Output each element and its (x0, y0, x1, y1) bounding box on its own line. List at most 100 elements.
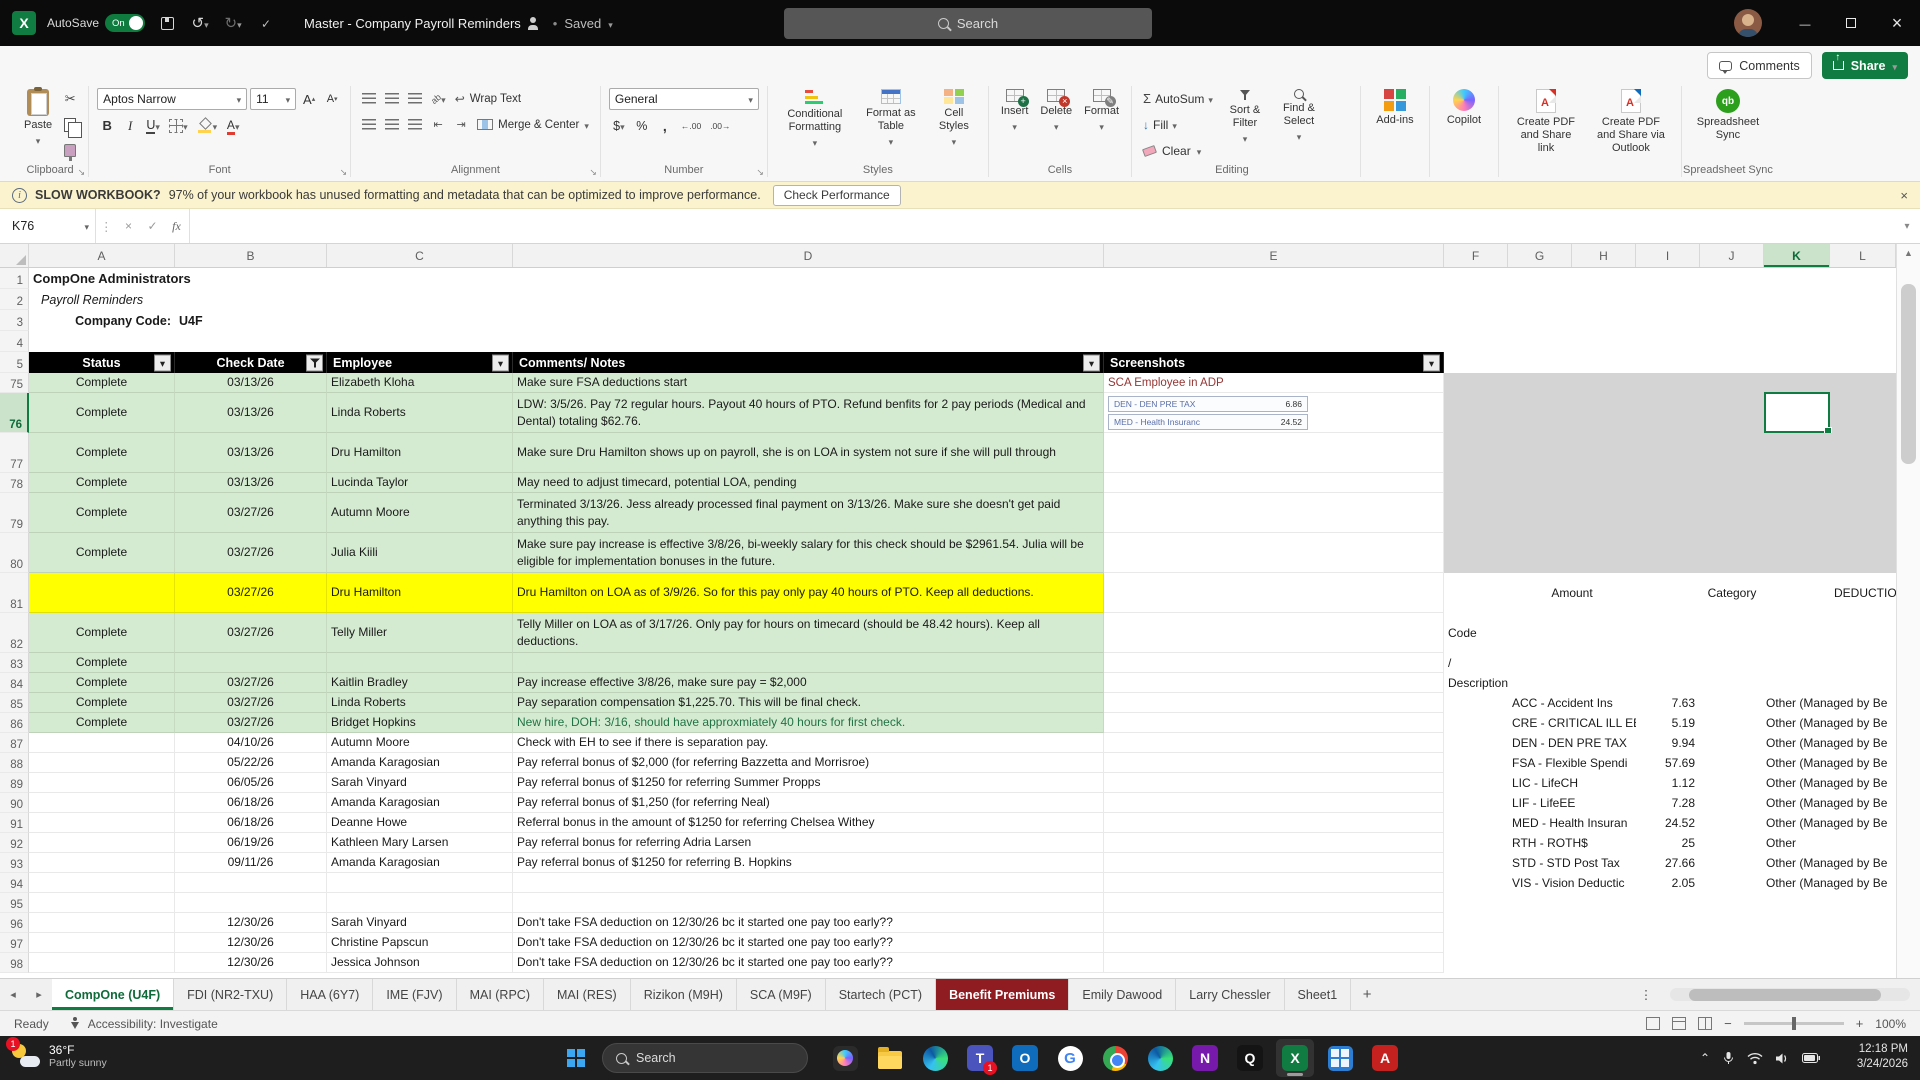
cell-F81[interactable] (1444, 573, 1508, 613)
deduction-category[interactable]: Other (Managed by Be (1764, 773, 1896, 793)
cell-E92[interactable] (1104, 833, 1444, 853)
cell-C81[interactable]: Dru Hamilton (327, 573, 513, 613)
cell-J85[interactable] (1700, 693, 1764, 713)
column-header-D[interactable]: D (513, 244, 1104, 267)
copilot-button[interactable]: Copilot (1438, 85, 1490, 127)
horizontal-scroll-thumb[interactable] (1689, 989, 1882, 1001)
row-header[interactable]: 4 (0, 331, 29, 352)
row-header[interactable]: 89 (0, 773, 29, 793)
cell-A82[interactable]: Complete (29, 613, 175, 653)
cell-A81[interactable] (29, 573, 175, 613)
side-empty[interactable] (1508, 673, 1896, 693)
font-color-button[interactable] (223, 115, 243, 136)
decrease-indent-button[interactable] (428, 114, 448, 135)
side-empty[interactable] (1508, 653, 1896, 673)
cell-D77[interactable]: Make sure Dru Hamilton shows up on payro… (513, 433, 1104, 473)
app-outlook[interactable]: O (1006, 1039, 1044, 1077)
undo-button[interactable] (189, 12, 211, 34)
comma-style-button[interactable] (655, 115, 675, 136)
side-empty[interactable] (1444, 913, 1896, 933)
cell-E80[interactable] (1104, 533, 1444, 573)
decrease-font-button[interactable] (322, 89, 342, 110)
customize-qat-button[interactable] (255, 12, 277, 34)
percent-style-button[interactable] (632, 115, 652, 136)
cell-E78[interactable] (1104, 473, 1444, 493)
close-button[interactable] (1874, 0, 1920, 46)
row-header[interactable]: 82 (0, 613, 29, 653)
cell-E75[interactable]: SCA Employee in ADP (1104, 373, 1444, 393)
dialog-launcher-icon[interactable] (756, 167, 764, 178)
create-pdf-share-outlook-button[interactable]: Create PDF and Share via Outlook (1589, 85, 1673, 155)
deduction-category[interactable]: Other (Managed by Be (1764, 713, 1896, 733)
row-header[interactable]: 86 (0, 713, 29, 733)
cell-D96[interactable]: Don't take FSA deduction on 12/30/26 bc … (513, 913, 1104, 933)
cell-J93[interactable] (1700, 853, 1764, 873)
filter-button-check-date[interactable] (306, 354, 323, 371)
volume-icon[interactable] (1775, 1052, 1790, 1065)
app-excel[interactable]: X (1276, 1039, 1314, 1077)
battery-icon[interactable] (1802, 1053, 1820, 1063)
zoom-in-button[interactable]: + (1856, 1016, 1864, 1031)
deduction-code[interactable]: ACC - Accident Ins (1508, 693, 1636, 713)
autosave-toggle[interactable]: AutoSave On (47, 14, 146, 32)
cell-D86[interactable]: New hire, DOH: 3/16, should have approxm… (513, 713, 1104, 733)
column-header-E[interactable]: E (1104, 244, 1444, 267)
cell-D80[interactable]: Make sure pay increase is effective 3/8/… (513, 533, 1104, 573)
deduction-category[interactable]: Other (Managed by Be (1764, 793, 1896, 813)
cell-B98[interactable]: 12/30/26 (175, 953, 327, 973)
cell-C91[interactable]: Deanne Howe (327, 813, 513, 833)
sort-filter-button[interactable]: Sort & Filter (1220, 85, 1270, 146)
cell-J88[interactable] (1700, 753, 1764, 773)
cell-B95[interactable] (175, 893, 327, 913)
row-header[interactable]: 94 (0, 873, 29, 893)
filter-button-employee[interactable] (492, 354, 509, 371)
cell-B88[interactable]: 05/22/26 (175, 753, 327, 773)
tabs-scroll-right-button[interactable]: ▸ (26, 979, 52, 1010)
increase-decimal-button[interactable]: ←.00 (678, 115, 704, 136)
cell-C79[interactable]: Autumn Moore (327, 493, 513, 533)
column-header-I[interactable]: I (1636, 244, 1700, 267)
horizontal-scrollbar[interactable] (1670, 988, 1910, 1001)
zoom-level[interactable]: 100% (1875, 1017, 1906, 1031)
cell-J89[interactable] (1700, 773, 1764, 793)
taskbar-clock[interactable]: 12:18 PM 3/24/2026 (1857, 1042, 1908, 1072)
number-format-combo[interactable]: General (608, 88, 759, 110)
avatar[interactable] (1734, 9, 1762, 37)
deduction-amount[interactable]: 24.52 (1636, 813, 1700, 833)
check-performance-button[interactable]: Check Performance (772, 184, 901, 206)
side-header-category[interactable]: Category (1700, 573, 1764, 613)
cell-A2[interactable]: Payroll Reminders (29, 289, 1896, 310)
cell-J87[interactable] (1700, 733, 1764, 753)
cell-C76[interactable]: Linda Roberts (327, 393, 513, 433)
cell-B92[interactable]: 06/19/26 (175, 833, 327, 853)
side-header-deductions[interactable]: DEDUCTIO (1764, 573, 1896, 613)
screenshot-thumbnail[interactable]: DEN - DEN PRE TAX 6.86 (1108, 395, 1308, 412)
app-edge[interactable] (916, 1039, 954, 1077)
fill-button[interactable]: Fill (1140, 114, 1216, 135)
font-size-combo[interactable]: 11 (250, 88, 297, 110)
cell-B94[interactable] (175, 873, 327, 893)
document-title[interactable]: Master - Company Payroll Reminders • Sav… (304, 16, 613, 31)
deduction-code[interactable]: STD - STD Post Tax (1508, 853, 1636, 873)
sheet-tab[interactable]: Sheet1 (1285, 979, 1352, 1010)
column-header-C[interactable]: C (327, 244, 513, 267)
sheet-tab[interactable]: Benefit Premiums (936, 979, 1070, 1010)
cell-F90[interactable] (1444, 793, 1508, 813)
deduction-code[interactable]: LIF - LifeEE (1508, 793, 1636, 813)
cell-E94[interactable] (1104, 873, 1444, 893)
zoom-slider-thumb[interactable] (1791, 1017, 1796, 1030)
column-header-K[interactable]: K (1764, 244, 1830, 267)
cell-C80[interactable]: Julia Kiili (327, 533, 513, 573)
cell-E91[interactable] (1104, 813, 1444, 833)
row-header[interactable]: 85 (0, 693, 29, 713)
side-empty[interactable] (1508, 613, 1896, 653)
cell-A80[interactable]: Complete (29, 533, 175, 573)
align-top-button[interactable] (359, 88, 379, 109)
side-empty[interactable] (1444, 953, 1896, 973)
cell-A76[interactable]: Complete (29, 393, 175, 433)
column-header-G[interactable]: G (1508, 244, 1572, 267)
app-acrobat[interactable]: A (1366, 1039, 1404, 1077)
vertical-scroll-thumb[interactable] (1901, 284, 1916, 464)
filter-button-comments[interactable] (1083, 354, 1100, 371)
cell-styles-button[interactable]: Cell Styles (928, 85, 980, 149)
